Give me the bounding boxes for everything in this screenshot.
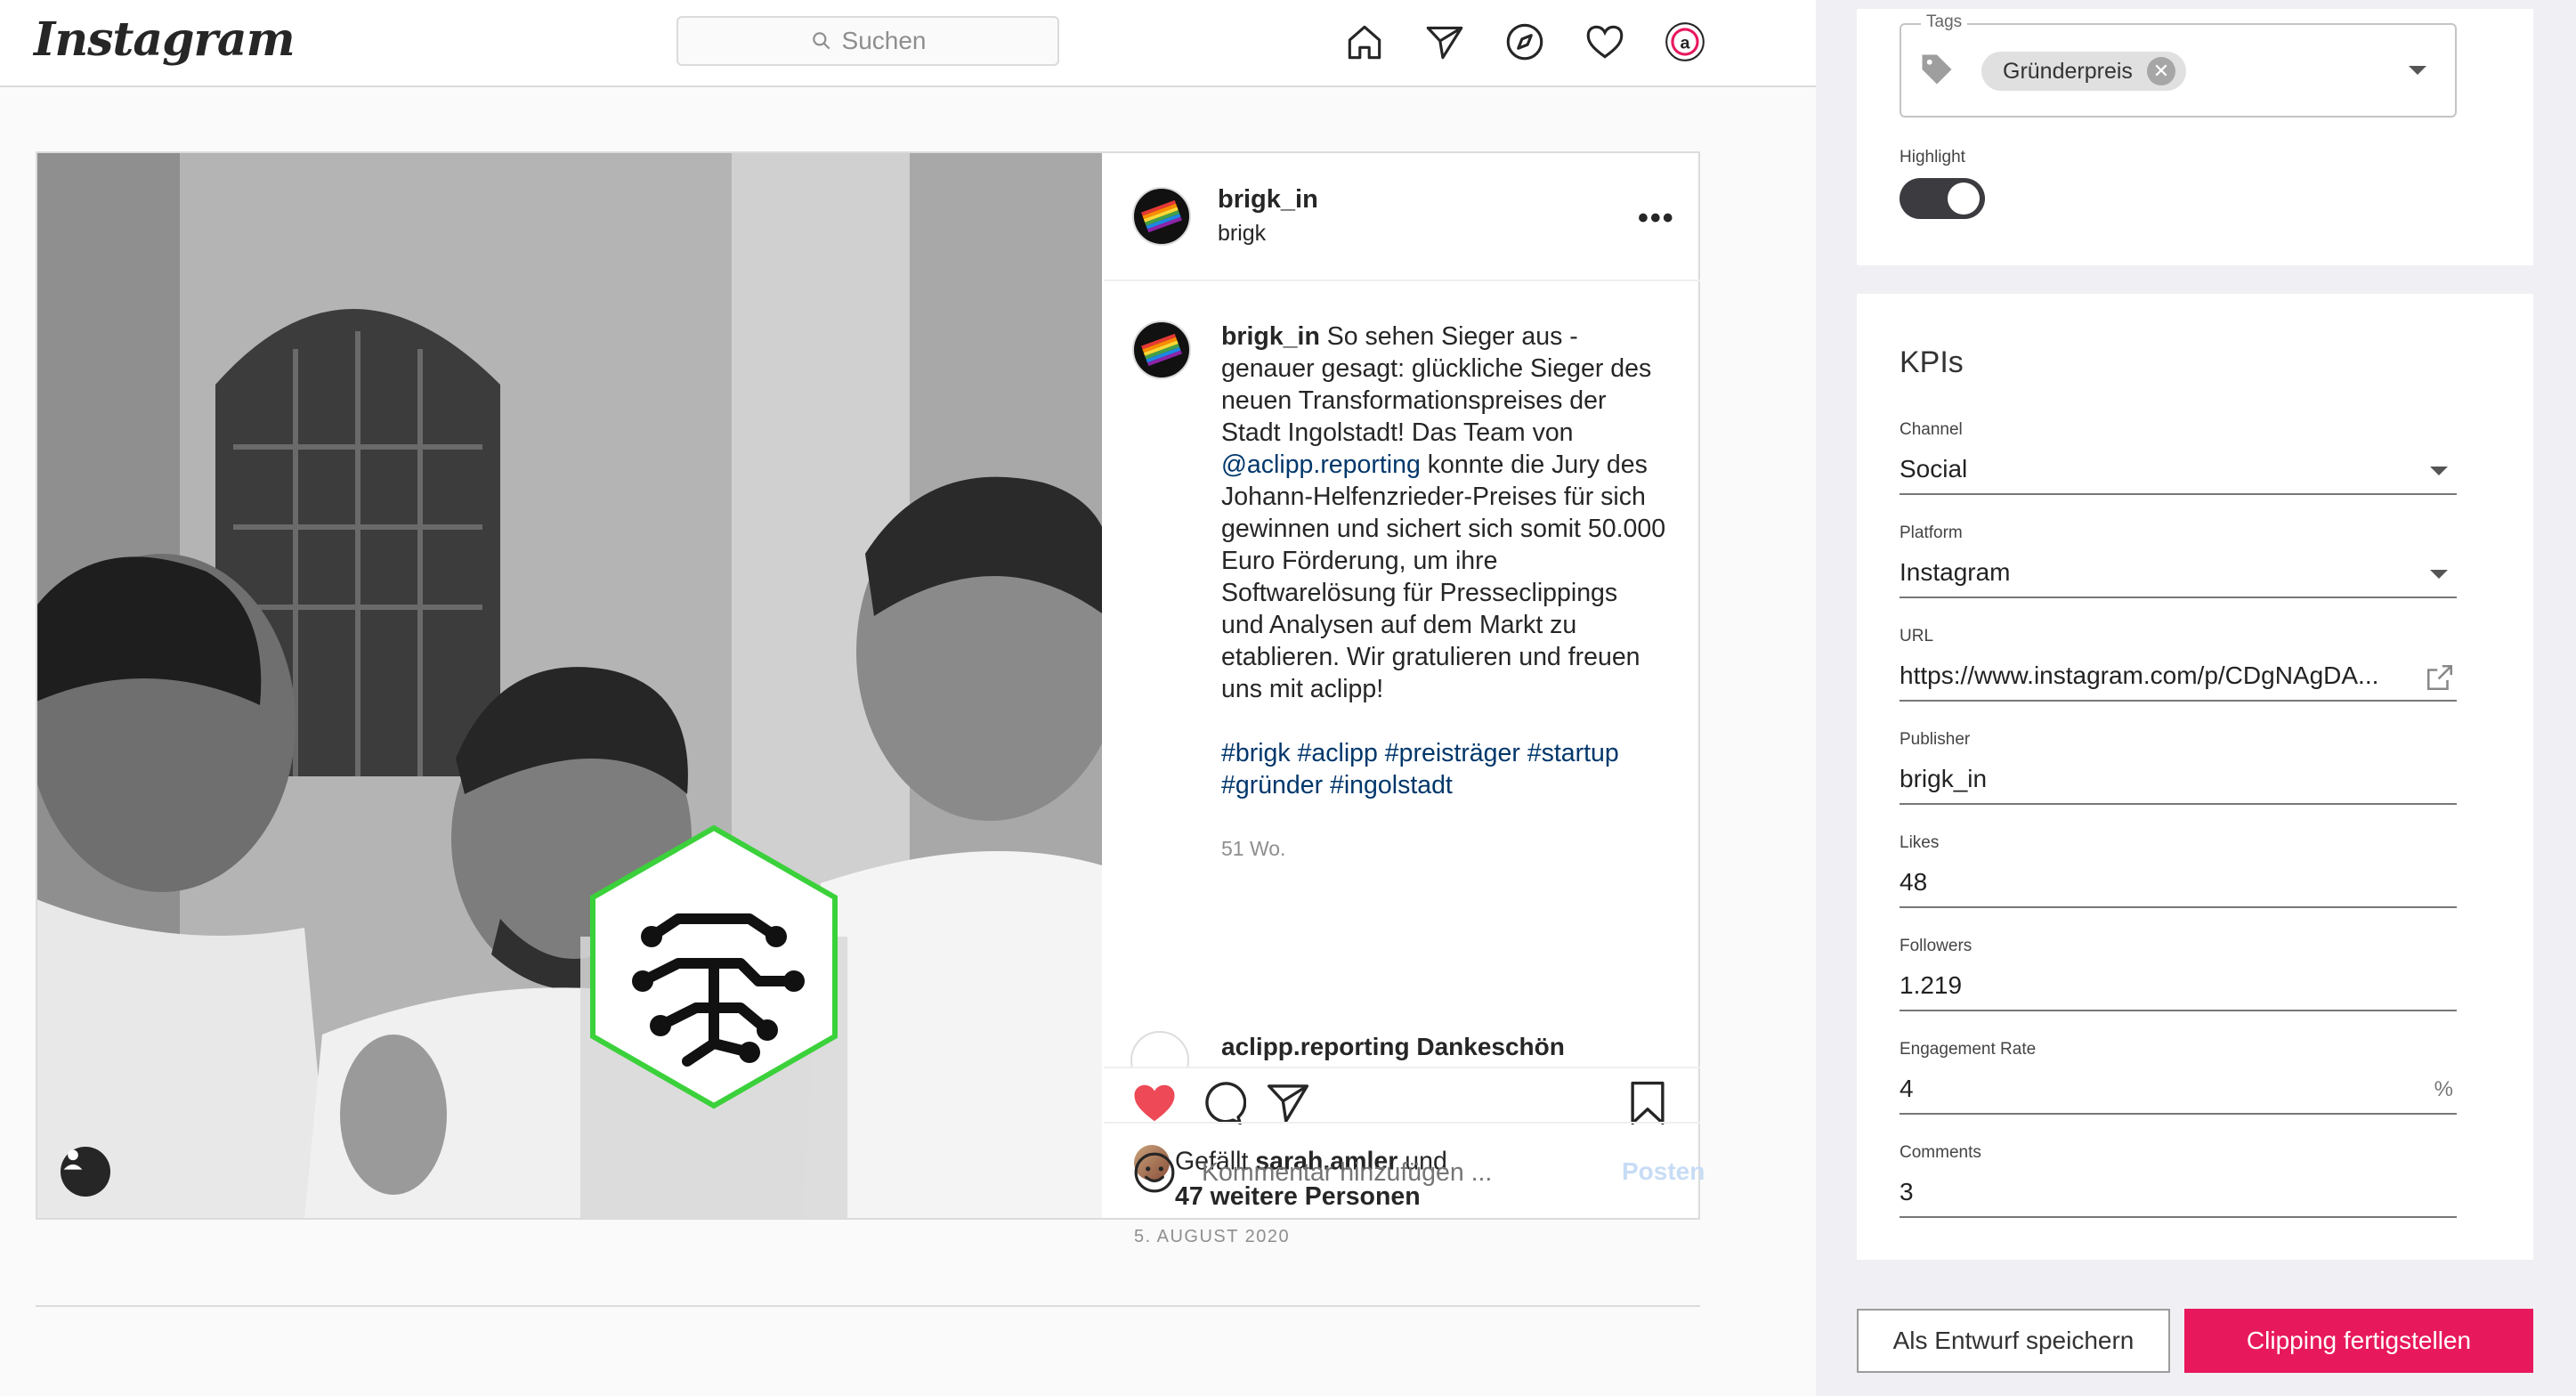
post-location[interactable]: brigk [1218,221,1266,247]
comment-avatar[interactable] [1130,1031,1189,1067]
caption-age: 51 Wo. [1221,837,1286,860]
chevron-down-icon[interactable] [2430,467,2448,475]
channel-value: Social [1900,455,1968,483]
divider [36,1305,1700,1307]
save-draft-button[interactable]: Als Entwurf speichern [1857,1309,2170,1373]
comments-label: Comments [1900,1143,1981,1162]
caption-hashtags[interactable]: #brigk #aclipp #preisträger #startup #gr… [1221,737,1666,801]
home-icon[interactable] [1342,20,1387,64]
activity-icon[interactable] [1583,20,1627,64]
tags-label: Tags [1921,12,1968,32]
instagram-post: brigk_in brigk ••• brigk_in So sehen Sie… [36,151,1705,1246]
caption-avatar[interactable] [1132,321,1191,379]
post-photo[interactable] [37,153,1102,1218]
post-comment-button[interactable]: Posten [1622,1157,1705,1186]
finish-clipping-button[interactable]: Clipping fertigstellen [2184,1309,2533,1373]
likes-value: 48 [1900,868,1928,896]
top-nav: a [1342,20,1707,64]
caption-text-2: konnte die Jury des Johann-Helfenzrieder… [1221,450,1666,703]
comment-bar: Posten [1104,1122,1705,1218]
comments-value: 3 [1900,1178,1914,1205]
share-icon[interactable] [1264,1079,1312,1127]
highlight-label: Highlight [1900,148,1965,166]
engagement-rate-field[interactable]: 4% [1900,1065,2457,1115]
post-username[interactable]: brigk_in [1218,185,1318,215]
tagged-users-button[interactable] [61,1147,110,1197]
more-options-icon[interactable]: ••• [1638,201,1675,236]
tag-chip[interactable]: Gründerpreis ✕ [1981,52,2186,91]
url-field[interactable]: https://www.instagram.com/p/CDgNAgDA... [1900,652,2457,702]
publisher-value: brigk_in [1900,765,1988,792]
search-placeholder: Suchen [841,27,927,54]
chevron-down-icon[interactable] [2430,570,2448,579]
explore-icon[interactable] [1503,20,1547,64]
kpi-title: KPIs [1900,345,1964,379]
post-header: brigk_in brigk ••• [1104,153,1700,281]
profile-icon[interactable]: a [1663,20,1707,64]
caption-username[interactable]: brigk_in [1221,322,1320,351]
bookmark-icon[interactable] [1624,1079,1672,1127]
percent-suffix: % [2434,1077,2453,1101]
chevron-down-icon[interactable] [2409,66,2426,75]
comment-icon[interactable] [1198,1079,1246,1127]
user-icon [63,1149,83,1170]
search-input[interactable]: Suchen [676,16,1059,66]
tags-card: Tags Gründerpreis ✕ Highlight [1857,9,2533,265]
avatar[interactable] [1132,187,1191,246]
platform-value: Instagram [1900,558,2011,586]
kpi-card: KPIs Channel Social Platform Instagram U… [1857,294,2533,1260]
svg-text:a: a [1680,33,1690,53]
engagement-rate-value: 4 [1900,1075,1914,1102]
comment-input[interactable] [1202,1152,1558,1193]
channel-label: Channel [1900,420,1963,439]
url-value: https://www.instagram.com/p/CDgNAgDA... [1900,661,2379,689]
post-caption: brigk_in So sehen Sieger aus - genauer g… [1221,321,1666,801]
followers-label: Followers [1900,937,1973,955]
highlight-toggle[interactable] [1900,178,1985,219]
like-icon[interactable] [1130,1079,1179,1127]
emoji-icon[interactable] [1132,1150,1177,1195]
likes-field[interactable]: 48 [1900,858,2457,908]
post-date: 5. AUGUST 2020 [1134,1227,1291,1246]
publisher-field[interactable]: brigk_in [1900,755,2457,805]
platform-label: Platform [1900,524,1963,542]
channel-select[interactable]: Social [1900,445,2457,495]
instagram-topbar: Instagram Suchen a [0,0,1816,87]
external-link-icon[interactable] [2425,662,2455,693]
search-icon [812,32,830,50]
url-label: URL [1900,627,1934,645]
platform-select[interactable]: Instagram [1900,548,2457,598]
direct-icon[interactable] [1422,20,1467,64]
tag-chip-label: Gründerpreis [2003,58,2133,84]
clipping-panel: Tags Gründerpreis ✕ Highlight KPIs Chann… [1816,0,2576,1396]
engagement-rate-label: Engagement Rate [1900,1040,2037,1059]
publisher-label: Publisher [1900,730,1971,749]
comments-field[interactable]: 3 [1900,1168,2457,1218]
post-sidebar: brigk_in brigk ••• brigk_in So sehen Sie… [1104,153,1700,1246]
tag-icon [1922,54,1952,85]
caption-mention[interactable]: @aclipp.reporting [1221,450,1421,479]
comments-area: brigk_in So sehen Sieger aus - genauer g… [1104,283,1700,1068]
next-comment: aclipp.reporting Dankeschön [1221,1033,1565,1060]
followers-value: 1.219 [1900,971,1963,999]
toggle-knob [1948,183,1980,215]
likes-label: Likes [1900,833,1940,852]
photo-scene [37,153,1102,1218]
instagram-logo[interactable]: Instagram [34,12,296,67]
followers-field[interactable]: 1.219 [1900,962,2457,1011]
tags-select[interactable]: Tags Gründerpreis ✕ [1900,12,2457,118]
remove-tag-icon[interactable]: ✕ [2146,57,2175,85]
